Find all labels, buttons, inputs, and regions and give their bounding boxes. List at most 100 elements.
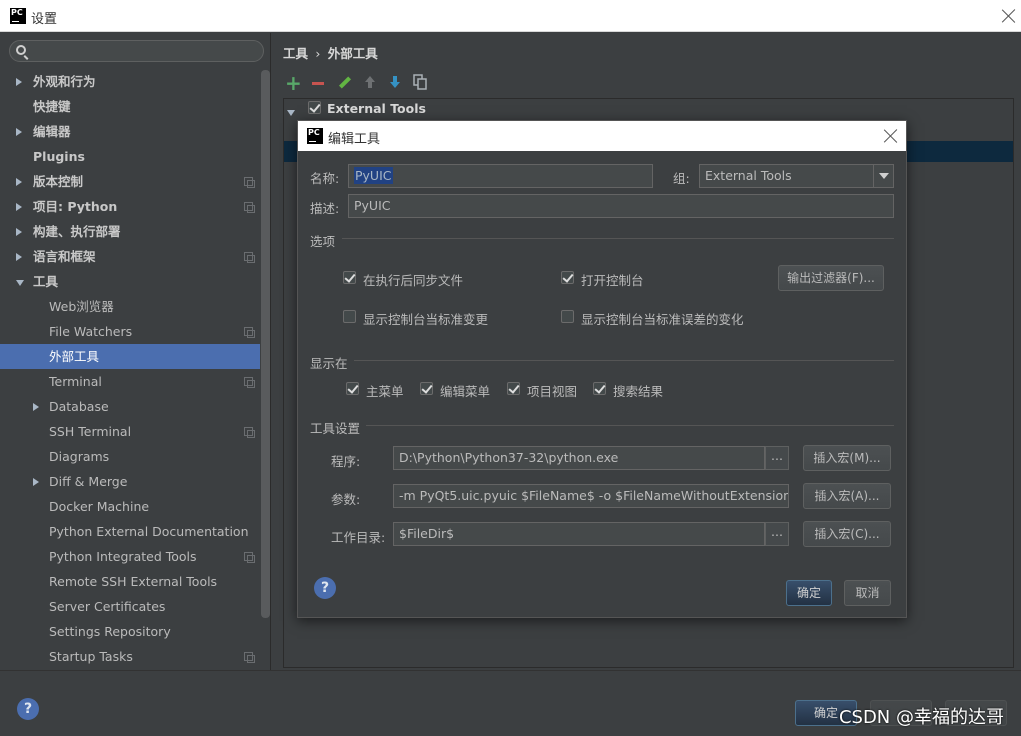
edit-tool-dialog: PC 编辑工具 名称: PyUIC 组: External Tools 描述: … (297, 120, 907, 618)
sidebar-item-label: 外观和行为 (33, 74, 96, 89)
sidebar-item[interactable]: Terminal (0, 369, 260, 394)
sidebar-item[interactable]: 语言和框架 (0, 244, 260, 269)
settings-sidebar: 外观和行为快捷键 编辑器 Plugins 版本控制项目: Python 构建、执行部署语… (0, 33, 271, 670)
project-settings-icon (244, 377, 255, 388)
project-settings-icon (244, 552, 255, 563)
arguments-field[interactable]: -m PyQt5.uic.pyuic $FileName$ -o $FileNa… (393, 484, 789, 508)
sidebar-item[interactable]: Docker Machine (0, 494, 260, 519)
sidebar-item[interactable]: Web浏览器 (0, 294, 260, 319)
project-settings-icon (244, 202, 255, 213)
description-label: 描述: (310, 201, 340, 216)
output-filters-button[interactable]: 输出过滤器(F)... (778, 265, 884, 291)
description-field[interactable]: PyUIC (348, 194, 894, 218)
watermark-text: CSDN @幸福的达哥 (838, 707, 1004, 728)
remove-icon[interactable] (310, 74, 326, 92)
show-console-stderr-checkbox[interactable] (561, 310, 574, 323)
sidebar-item[interactable]: Diagrams (0, 444, 260, 469)
dialog-title-bar: PC 编辑工具 (298, 121, 906, 151)
sidebar-item[interactable]: 构建、执行部署 (0, 219, 260, 244)
search-icon (16, 45, 26, 55)
sidebar-item[interactable]: File Watchers (0, 319, 260, 344)
tool-group-label: External Tools (327, 101, 426, 116)
collapse-arrow-icon[interactable] (33, 478, 39, 486)
sidebar-scrollbar[interactable] (261, 70, 270, 618)
sidebar-item-label: File Watchers (49, 324, 133, 339)
collapse-arrow-icon[interactable] (33, 403, 39, 411)
breadcrumb-separator: › (315, 46, 321, 61)
expand-arrow-icon[interactable] (287, 110, 295, 116)
dialog-title: 编辑工具 (328, 132, 381, 147)
sidebar-item[interactable]: Python External Documentation (0, 519, 260, 544)
sidebar-item[interactable]: Remote SSH External Tools (0, 569, 260, 594)
search-results-label: 搜索结果 (613, 384, 664, 399)
sidebar-item[interactable]: Startup Tasks (0, 644, 260, 669)
sidebar-item[interactable]: 外部工具 (0, 344, 260, 369)
collapse-arrow-icon[interactable] (16, 228, 22, 236)
tool-group-checkbox[interactable] (308, 101, 321, 114)
dialog-cancel-button[interactable]: 取消 (844, 580, 891, 606)
sidebar-item[interactable]: Settings Repository (0, 619, 260, 644)
breadcrumb-root[interactable]: 工具 (283, 46, 308, 61)
section-divider (342, 238, 894, 239)
expand-arrow-icon[interactable] (16, 280, 24, 286)
working-dir-browse-button[interactable]: ... (765, 522, 789, 546)
breadcrumb: 工具 › 外部工具 (283, 43, 378, 62)
group-label: 组: (673, 171, 690, 186)
sidebar-item[interactable]: 编辑器 (0, 119, 260, 144)
insert-macro-c-button[interactable]: 插入宏(C)... (803, 521, 891, 547)
collapse-arrow-icon[interactable] (16, 253, 22, 261)
options-section-title: 选项 (310, 234, 336, 249)
collapse-arrow-icon[interactable] (16, 203, 22, 211)
sidebar-item[interactable]: SSH Terminal (0, 419, 260, 444)
sidebar-item[interactable]: Diff & Merge (0, 469, 260, 494)
dialog-ok-button[interactable]: 确定 (786, 580, 832, 606)
arguments-value: -m PyQt5.uic.pyuic $FileName$ -o $FileNa… (399, 488, 789, 503)
breadcrumb-current: 外部工具 (327, 46, 378, 61)
sidebar-item[interactable]: 工具 (0, 269, 260, 294)
dialog-close-icon[interactable] (884, 129, 898, 143)
program-browse-button[interactable]: ... (765, 446, 789, 470)
group-select[interactable]: External Tools (699, 164, 894, 188)
copy-icon[interactable] (412, 74, 428, 92)
window-close-icon[interactable] (1002, 9, 1016, 23)
insert-macro-a-button[interactable]: 插入宏(A)... (803, 483, 891, 509)
collapse-arrow-icon[interactable] (16, 128, 22, 136)
collapse-arrow-icon[interactable] (16, 78, 22, 86)
sidebar-item[interactable]: 版本控制 (0, 169, 260, 194)
search-results-checkbox[interactable] (593, 382, 606, 395)
open-console-label: 打开控制台 (581, 273, 644, 288)
insert-macro-m-button[interactable]: 插入宏(M)... (803, 445, 891, 471)
program-field[interactable]: D:\Python\Python37-32\python.exe (393, 446, 765, 470)
name-field[interactable]: PyUIC (348, 164, 653, 188)
working-dir-label: 工作目录: (331, 530, 386, 545)
sidebar-item[interactable]: Plugins (0, 144, 260, 169)
sidebar-item[interactable]: 外观和行为 (0, 69, 260, 94)
project-settings-icon (244, 177, 255, 188)
move-down-icon[interactable] (387, 74, 403, 92)
tool-group-row[interactable]: External Tools (284, 99, 1013, 119)
edit-icon[interactable] (337, 74, 353, 92)
sidebar-item[interactable]: Database (0, 394, 260, 419)
sync-files-checkbox[interactable] (343, 271, 356, 284)
sidebar-item[interactable]: Python Integrated Tools (0, 544, 260, 569)
sidebar-item-label: 版本控制 (33, 174, 84, 189)
project-settings-icon (244, 252, 255, 263)
dialog-help-icon[interactable]: ? (314, 577, 336, 599)
sidebar-item[interactable]: 项目: Python (0, 194, 260, 219)
working-dir-field[interactable]: $FileDir$ (393, 522, 765, 546)
project-view-checkbox[interactable] (507, 382, 520, 395)
move-up-icon[interactable] (362, 74, 378, 92)
sidebar-item[interactable]: 快捷键 (0, 94, 260, 119)
settings-search-input[interactable] (9, 40, 264, 62)
collapse-arrow-icon[interactable] (16, 178, 22, 186)
sidebar-item-label: Database (49, 399, 109, 414)
open-console-checkbox[interactable] (561, 271, 574, 284)
add-icon[interactable]: + (285, 73, 302, 93)
settings-help-icon[interactable]: ? (17, 698, 39, 720)
chevron-down-icon[interactable] (873, 165, 893, 187)
sidebar-item-label: Python External Documentation (49, 524, 249, 539)
editor-menu-checkbox[interactable] (420, 382, 433, 395)
show-console-stdout-checkbox[interactable] (343, 310, 356, 323)
sidebar-item[interactable]: Server Certificates (0, 594, 260, 619)
main-menu-checkbox[interactable] (346, 382, 359, 395)
